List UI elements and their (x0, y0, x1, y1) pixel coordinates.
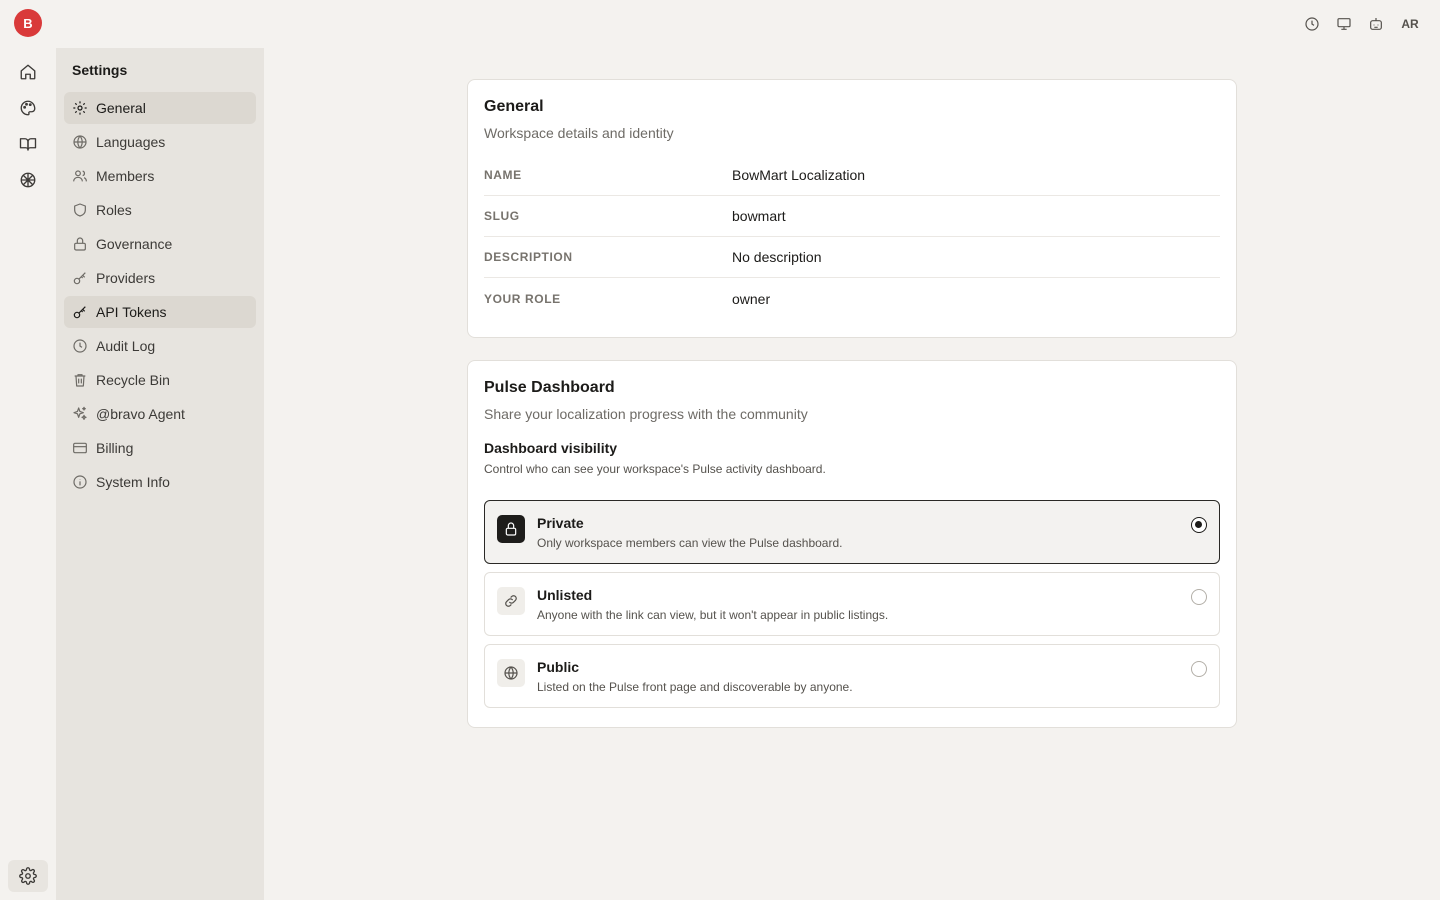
globe-icon (72, 134, 88, 150)
palette-icon[interactable] (14, 94, 42, 122)
settings-nav: General Languages Members Roles Governan… (64, 92, 256, 500)
detail-value: owner (732, 290, 771, 307)
detail-key: YOUR ROLE (484, 291, 561, 306)
sidebar-item-label: Recycle Bin (96, 372, 170, 388)
top-toolbar: AR (1300, 12, 1424, 36)
detail-value: No description (732, 249, 822, 265)
visibility-options: Private Only workspace members can view … (484, 500, 1220, 708)
sidebar-heading: Settings (72, 62, 128, 78)
lock-icon (497, 515, 525, 543)
sidebar-item-label: Governance (96, 236, 173, 252)
sidebar-item-label: Roles (96, 202, 132, 218)
detail-key: DESCRIPTION (484, 250, 573, 264)
option-label: Private (537, 514, 584, 531)
users-icon (72, 168, 88, 184)
radio-unlisted[interactable] (1191, 589, 1207, 605)
option-description: Anyone with the link can view, but it wo… (537, 607, 889, 622)
sidebar-item-general[interactable]: General (64, 92, 256, 124)
sparkles-icon (72, 406, 88, 422)
sidebar-item-label: General (96, 100, 146, 116)
home-icon[interactable] (14, 58, 42, 86)
visibility-option-private[interactable]: Private Only workspace members can view … (484, 500, 1220, 564)
pulse-subtitle: Share your localization progress with th… (484, 406, 808, 422)
bot-icon[interactable] (1364, 12, 1388, 36)
workspace-logo[interactable]: B (14, 9, 42, 37)
monitor-icon[interactable] (1332, 12, 1356, 36)
radio-private[interactable] (1191, 517, 1207, 533)
link-icon (497, 587, 525, 615)
detail-row-description: DESCRIPTION No description (484, 237, 1220, 278)
detail-key: NAME (484, 168, 522, 182)
sidebar-item-recycle-bin[interactable]: Recycle Bin (64, 364, 256, 396)
sidebar-item-label: Providers (96, 270, 156, 286)
visibility-description: Control who can see your workspace's Pul… (484, 462, 826, 476)
gear-icon (72, 100, 88, 116)
visibility-title: Dashboard visibility (484, 440, 618, 456)
icon-rail: B (0, 0, 56, 900)
option-label: Public (537, 658, 580, 675)
clock-icon (72, 338, 88, 354)
option-label: Unlisted (537, 586, 593, 603)
shield-icon (72, 202, 88, 218)
detail-value: bowmart (732, 208, 786, 224)
sidebar-item-label: Members (96, 168, 155, 184)
sidebar-item-governance[interactable]: Governance (64, 228, 256, 260)
radio-public[interactable] (1191, 661, 1207, 677)
detail-key: SLUG (484, 209, 520, 223)
globe-icon (497, 659, 525, 687)
brain-icon[interactable] (14, 166, 42, 194)
key-icon (72, 270, 88, 286)
general-card: General Workspace details and identity N… (467, 79, 1237, 338)
sidebar-item-roles[interactable]: Roles (64, 194, 256, 226)
book-icon[interactable] (14, 130, 42, 158)
sidebar-item-bravo-agent[interactable]: @bravo Agent (64, 398, 256, 430)
visibility-option-unlisted[interactable]: Unlisted Anyone with the link can view, … (484, 572, 1220, 636)
detail-row-name: NAME BowMart Localization (484, 155, 1220, 196)
option-description: Only workspace members can view the Puls… (537, 535, 843, 550)
lock-icon (72, 236, 88, 252)
sidebar-item-api-tokens[interactable]: API Tokens (64, 296, 256, 328)
sidebar-item-members[interactable]: Members (64, 160, 256, 192)
sidebar-item-label: API Tokens (96, 304, 167, 320)
visibility-option-public[interactable]: Public Listed on the Pulse front page an… (484, 644, 1220, 708)
detail-row-slug: SLUG bowmart (484, 196, 1220, 237)
sidebar-item-label: System Info (96, 474, 170, 490)
sidebar-item-label: Billing (96, 440, 134, 456)
credit-card-icon (72, 440, 88, 456)
pulse-title: Pulse Dashboard (484, 379, 615, 396)
sidebar-item-languages[interactable]: Languages (64, 126, 256, 158)
settings-sidebar: Settings General Languages Members Roles… (56, 48, 264, 900)
general-subtitle: Workspace details and identity (484, 125, 674, 141)
option-description: Listed on the Pulse front page and disco… (537, 679, 853, 694)
gear-icon[interactable] (8, 860, 48, 892)
sidebar-item-label: Audit Log (96, 338, 156, 354)
pulse-dashboard-card: Pulse Dashboard Share your localization … (467, 360, 1237, 728)
sidebar-item-audit-log[interactable]: Audit Log (64, 330, 256, 362)
sidebar-item-label: Languages (96, 134, 166, 150)
sidebar-item-system-info[interactable]: System Info (64, 466, 256, 498)
sidebar-item-label: @bravo Agent (96, 406, 185, 422)
clock-icon[interactable] (1300, 12, 1324, 36)
general-title: General (484, 98, 544, 115)
key-icon (72, 304, 88, 320)
sidebar-item-providers[interactable]: Providers (64, 262, 256, 294)
info-icon (72, 474, 88, 490)
workspace-details: NAME BowMart Localization SLUG bowmart D… (484, 155, 1220, 319)
detail-row-role: YOUR ROLE owner (484, 278, 1220, 319)
sidebar-item-billing[interactable]: Billing (64, 432, 256, 464)
detail-value: BowMart Localization (732, 167, 866, 183)
trash-icon (72, 372, 88, 388)
user-avatar[interactable]: AR (1396, 17, 1424, 31)
